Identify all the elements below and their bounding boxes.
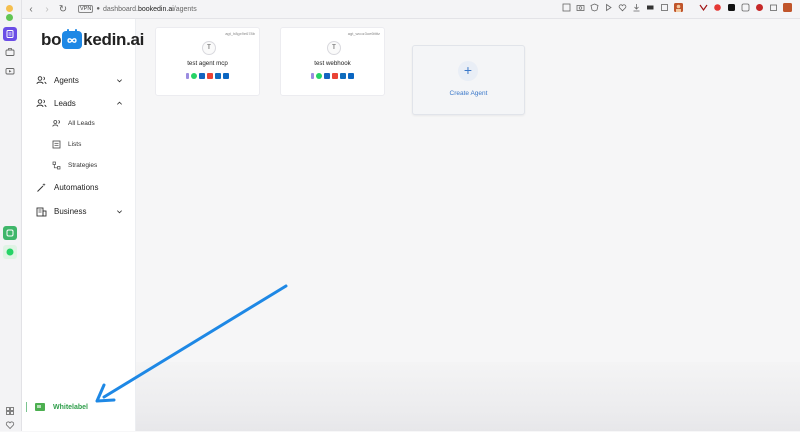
maximize-dot[interactable]: [6, 14, 13, 21]
logo[interactable]: bo kedin.ai: [41, 29, 145, 50]
vpn-badge[interactable]: VPN: [78, 5, 94, 13]
plus-icon: +: [458, 61, 478, 81]
magic-wand-icon: [36, 182, 47, 193]
linkedin-channel-icon: [223, 73, 229, 79]
extension-5-icon[interactable]: [755, 3, 764, 12]
create-agent-card[interactable]: + Create Agent: [412, 45, 525, 115]
share-icon[interactable]: [562, 3, 571, 12]
agent-avatar: T: [327, 41, 341, 55]
logo-text-start: bo: [41, 30, 62, 49]
list-icon: [52, 140, 61, 149]
outlook-channel-icon: [215, 73, 221, 79]
agent-id: agt_h8gx9e678b: [225, 31, 255, 36]
extensions-icon[interactable]: [660, 3, 669, 12]
agent-id: agt_wcoz3oe6ttttz: [347, 31, 380, 36]
users-icon: [36, 75, 47, 86]
sidebar-item-label: Whitelabel: [53, 403, 89, 411]
toolbar-icons: [562, 3, 792, 12]
whatsapp-icon[interactable]: [3, 245, 17, 259]
users-icon: [52, 119, 61, 128]
sidebar-item-business[interactable]: Business: [36, 206, 123, 217]
outlook-channel-icon: [340, 73, 346, 79]
heart-icon[interactable]: [3, 418, 17, 432]
agent-channels: [281, 73, 384, 79]
url-prefix: dashboard.: [102, 5, 138, 13]
infinity-logo-icon: [62, 29, 83, 49]
profile-avatar[interactable]: [674, 3, 683, 12]
chat-channel-icon: [324, 73, 330, 79]
sidebar-subitem-strategies[interactable]: Strategies: [52, 161, 97, 170]
forward-icon[interactable]: ›: [40, 2, 54, 16]
sidebar-item-automations[interactable]: Automations: [36, 182, 123, 193]
agent-name: test webhook: [314, 60, 351, 67]
phone-channel-icon: [186, 73, 189, 79]
chevron-down-icon[interactable]: [116, 77, 123, 84]
profile-icon[interactable]: [783, 3, 792, 12]
sidebar-item-label: Automations: [54, 183, 99, 192]
gmail-channel-icon: [332, 73, 338, 79]
battery-icon[interactable]: [646, 3, 655, 12]
linkedin-channel-icon: [348, 73, 354, 79]
minimize-dot[interactable]: [6, 5, 13, 12]
app-sidebar: bo kedin.ai Agents Leads All Leads Lists…: [22, 19, 144, 431]
lock-icon: ●: [96, 6, 100, 12]
gmail-channel-icon: [207, 73, 213, 79]
extension-1-icon[interactable]: [699, 3, 708, 12]
extension-2-icon[interactable]: [713, 3, 722, 12]
agent-card[interactable]: agt_wcoz3oe6ttttz T test webhook: [280, 27, 385, 96]
sidebar-app-icon[interactable]: [3, 27, 17, 41]
active-indicator: [26, 402, 27, 412]
back-icon[interactable]: ‹: [24, 2, 38, 16]
agent-card[interactable]: agt_h8gx9e678b T test agent mcp: [155, 27, 260, 96]
puzzle-icon[interactable]: [769, 3, 778, 12]
briefcase-icon[interactable]: [3, 45, 17, 59]
extension-4-icon[interactable]: [741, 3, 750, 12]
heart-outline-icon[interactable]: [618, 3, 627, 12]
whatsapp-channel-icon: [316, 73, 322, 79]
sidebar-subitem-label: All Leads: [68, 120, 95, 127]
phone-channel-icon: [311, 73, 314, 79]
browser-toolbar: ‹ › ↻ VPN ● dashboard. bookedin.ai/agents: [22, 0, 800, 19]
address-bar[interactable]: VPN ● dashboard. bookedin.ai/agents: [78, 5, 197, 13]
create-agent-label: Create Agent: [449, 90, 488, 97]
sidebar-item-leads[interactable]: Leads: [36, 98, 123, 109]
extension-3-icon[interactable]: [727, 3, 736, 12]
chevron-up-icon[interactable]: [116, 100, 123, 107]
url-domain: bookedin.ai: [137, 5, 174, 13]
sidebar-item-label: Agents: [54, 76, 79, 85]
url-path: /agents: [173, 5, 197, 13]
sidebar-subitem-lists[interactable]: Lists: [52, 140, 81, 149]
agent-channels: [156, 73, 259, 79]
whatsapp-channel-icon: [191, 73, 197, 79]
chat-channel-icon: [199, 73, 205, 79]
building-icon: [36, 206, 47, 217]
logo-text-end: kedin.ai: [83, 30, 145, 49]
browser-sidebar: [0, 0, 22, 431]
sidebar-item-whitelabel[interactable]: Whitelabel: [26, 402, 88, 412]
flow-icon: [52, 161, 61, 170]
sidebar-item-label: Business: [54, 207, 87, 216]
sidebar-subitem-label: Strategies: [68, 162, 98, 169]
download-icon[interactable]: [632, 3, 641, 12]
chevron-down-icon[interactable]: [116, 208, 123, 215]
shield-icon[interactable]: [590, 3, 599, 12]
agent-name: test agent mcp: [187, 60, 228, 67]
whitelabel-icon: [35, 403, 45, 411]
reload-icon[interactable]: ↻: [56, 2, 70, 16]
bottom-fade: [22, 362, 800, 431]
camera-icon[interactable]: [576, 3, 585, 12]
users-icon: [36, 98, 47, 109]
sidebar-item-agents[interactable]: Agents: [36, 75, 123, 86]
sidebar-subitem-all-leads[interactable]: All Leads: [52, 119, 95, 128]
sidebar-subitem-label: Lists: [68, 141, 82, 148]
green-app-icon[interactable]: [3, 226, 17, 240]
play-icon[interactable]: [604, 3, 613, 12]
agent-avatar: T: [202, 41, 216, 55]
sidebar-item-label: Leads: [54, 99, 76, 108]
video-icon[interactable]: [3, 64, 17, 78]
grid-icon[interactable]: [3, 404, 17, 418]
